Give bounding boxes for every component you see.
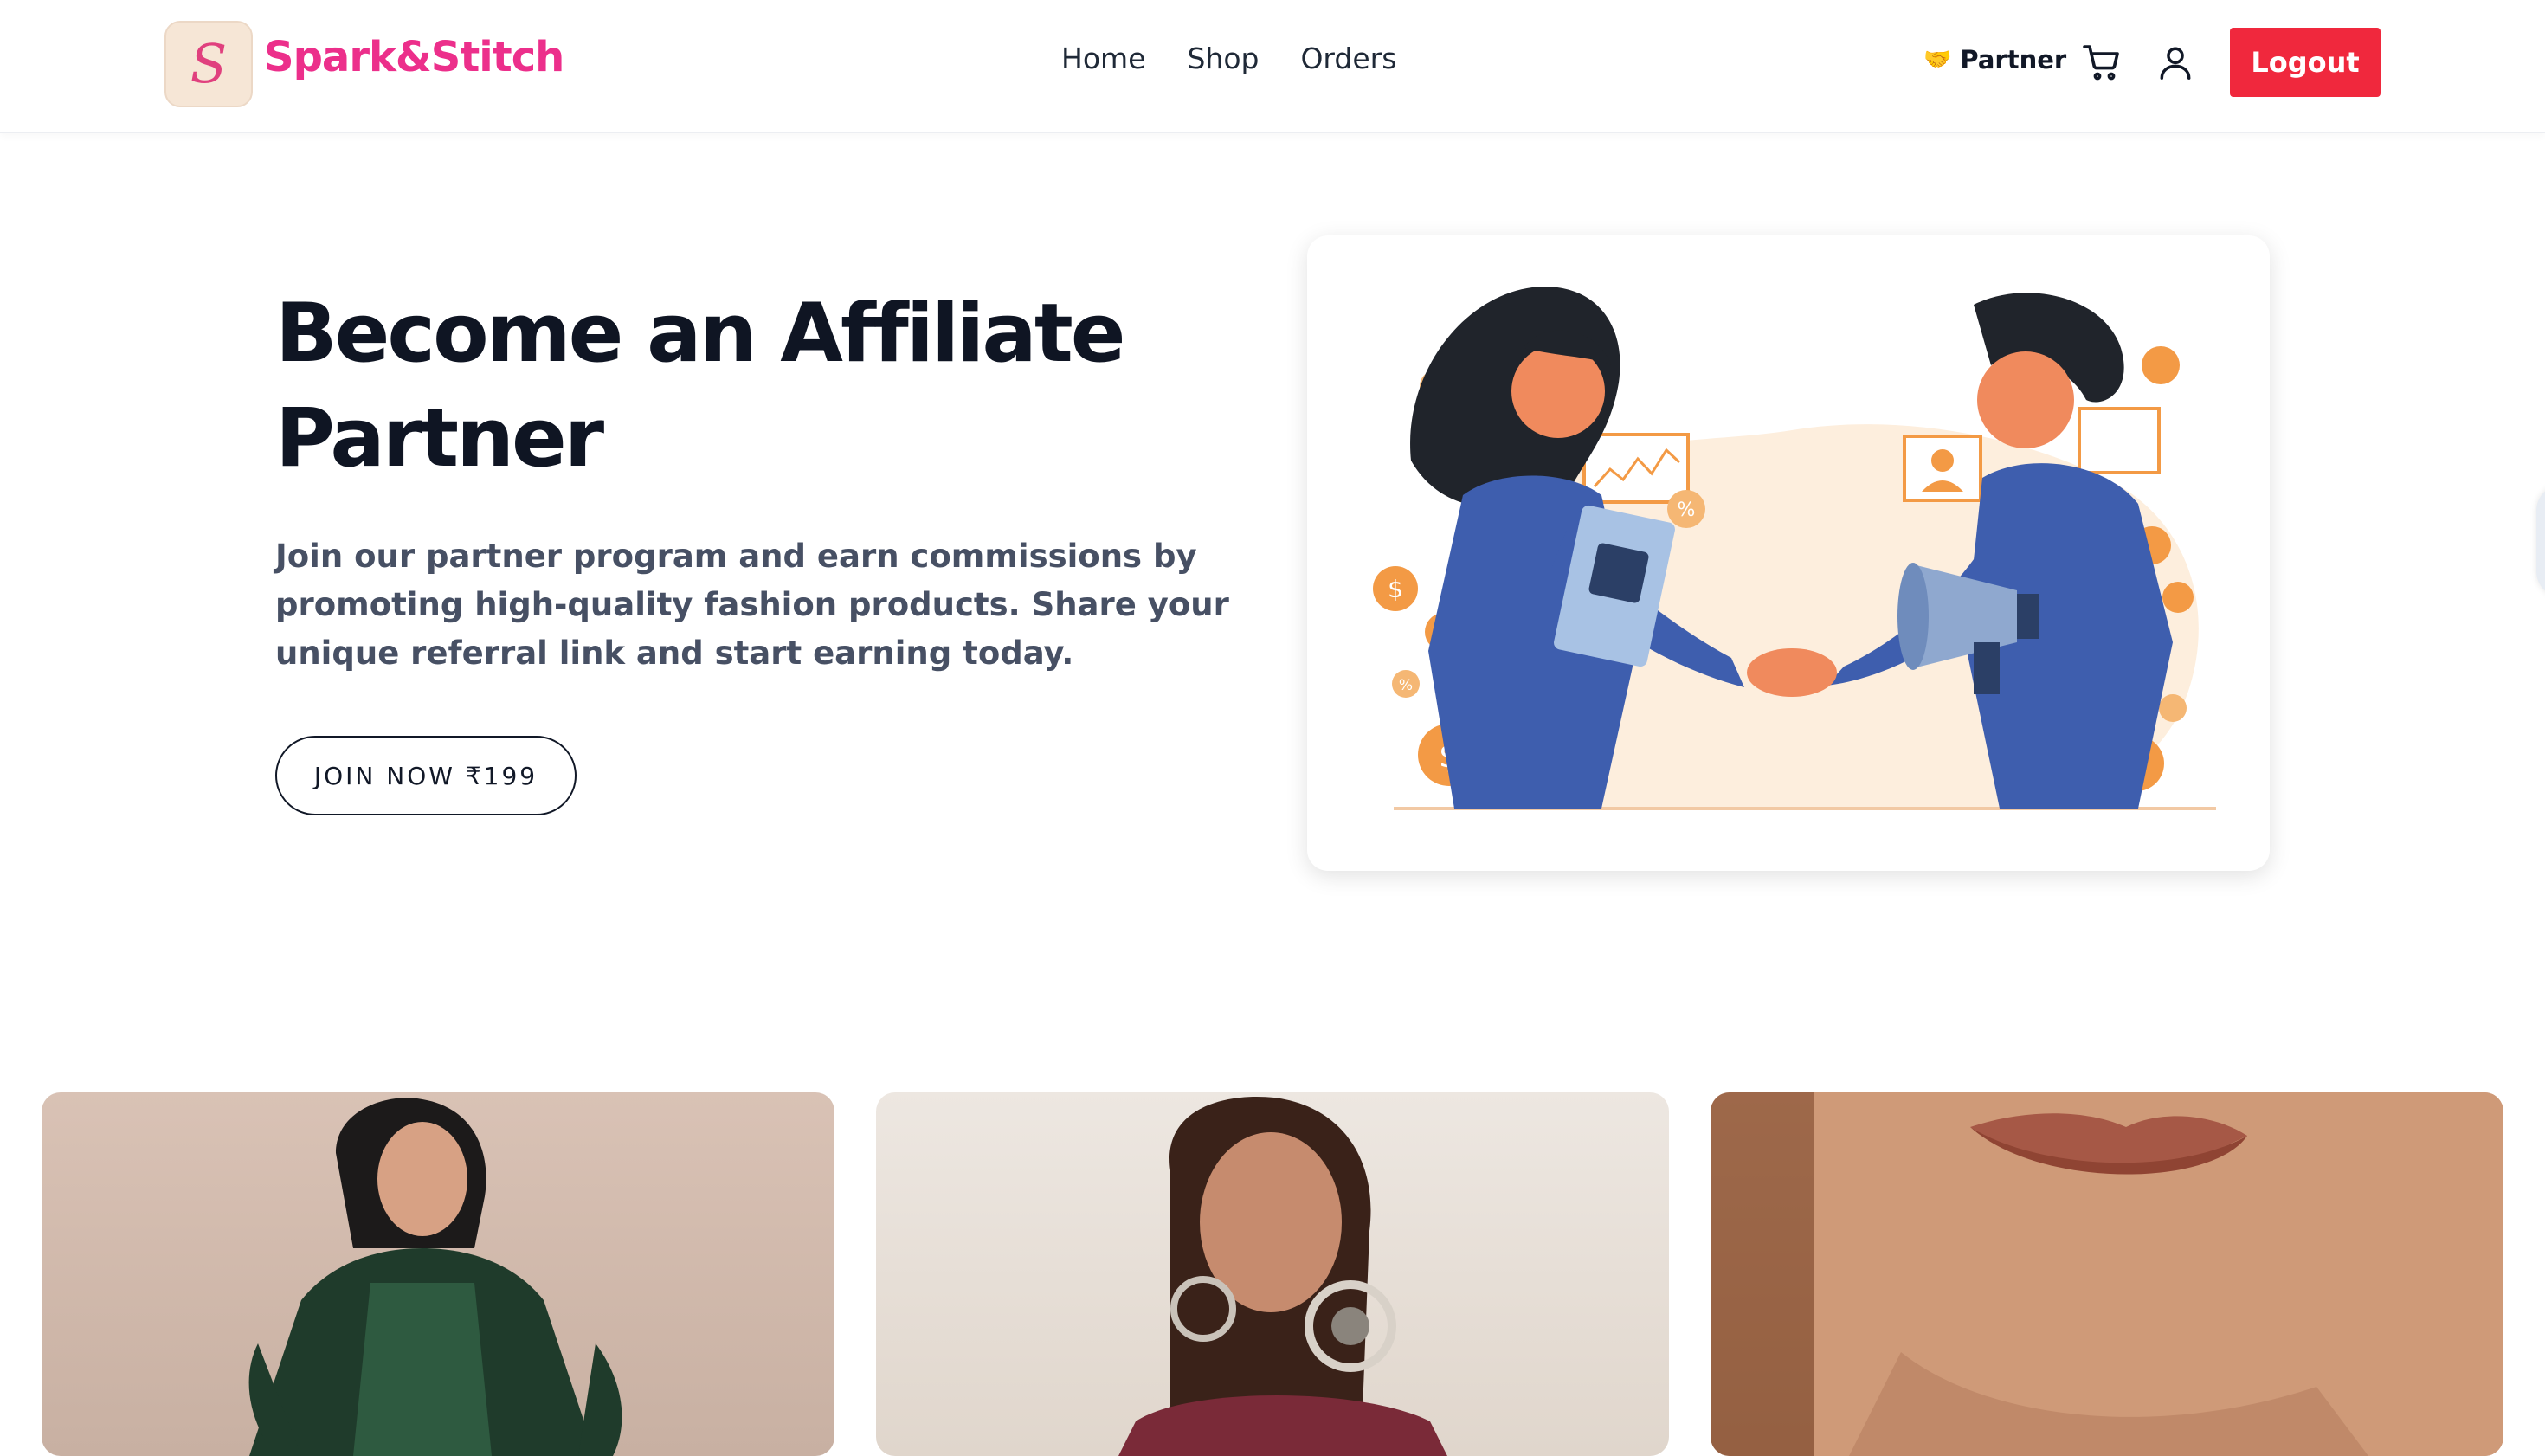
- side-drawer-tab[interactable]: [2536, 485, 2545, 597]
- svg-text:%: %: [1399, 677, 1413, 694]
- cart-icon[interactable]: [2081, 42, 2123, 83]
- nav-shop[interactable]: Shop: [1187, 42, 1259, 75]
- lipstick-closeup-image: [1711, 1092, 2503, 1456]
- nav-home[interactable]: Home: [1061, 42, 1145, 75]
- hero-title: Become an Affiliate Partner: [275, 287, 1126, 486]
- product-card[interactable]: [876, 1092, 1669, 1456]
- join-now-button[interactable]: JOIN NOW ₹199: [275, 736, 577, 815]
- logout-button[interactable]: Logout: [2230, 28, 2381, 97]
- main-nav: Home Shop Orders: [1061, 42, 1396, 75]
- nav-orders[interactable]: Orders: [1300, 42, 1396, 75]
- hero-description: Join our partner program and earn commis…: [275, 538, 1229, 672]
- earrings-model-image: [1118, 1096, 1447, 1456]
- brand-name[interactable]: Spark&Stitch: [264, 33, 564, 81]
- site-header: S Spark&Stitch Home Shop Orders 🤝 Partne…: [0, 0, 2545, 133]
- partner-link[interactable]: 🤝 Partner: [1923, 45, 2066, 74]
- affiliate-illustration-card: % $ $ % $ %: [1307, 235, 2270, 871]
- green-kurta-model-image: [248, 1098, 622, 1456]
- handshake-icon: 🤝: [1923, 47, 1952, 73]
- partner-label: Partner: [1960, 45, 2067, 74]
- product-card[interactable]: [42, 1092, 834, 1456]
- handshake-illustration: % $ $ % $ %: [1373, 287, 2216, 810]
- user-icon[interactable]: [2155, 42, 2195, 83]
- logo-glyph: S: [190, 32, 228, 95]
- logo[interactable]: S: [164, 21, 253, 107]
- svg-text:$: $: [1388, 575, 1403, 603]
- svg-text:%: %: [1678, 499, 1696, 521]
- product-card[interactable]: [1711, 1092, 2503, 1456]
